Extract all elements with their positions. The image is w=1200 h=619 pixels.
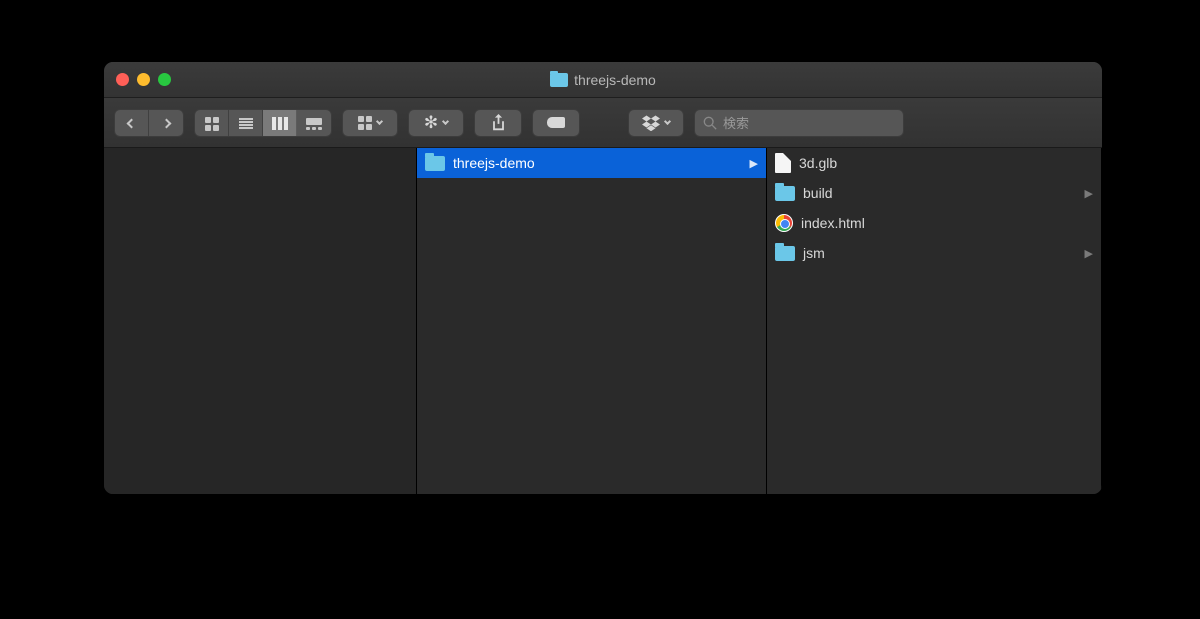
grid-icon <box>358 116 372 130</box>
forward-button[interactable] <box>149 110 183 137</box>
toolbar: ✻ 検索 <box>104 98 1102 148</box>
column-browser: threejs-demo ▶ 3d.glb build ▶ index.html… <box>104 148 1102 494</box>
search-placeholder: 検索 <box>723 113 749 132</box>
zoom-window-button[interactable] <box>158 73 171 86</box>
list-view-button[interactable] <box>229 110 263 137</box>
share-button[interactable] <box>474 109 522 137</box>
action-menu-button[interactable]: ✻ <box>408 109 464 137</box>
item-name: threejs-demo <box>453 155 535 171</box>
tags-button[interactable] <box>532 109 580 137</box>
gallery-view-button[interactable] <box>297 110 331 137</box>
search-icon <box>703 116 717 130</box>
item-name: 3d.glb <box>799 155 837 171</box>
window-title: threejs-demo <box>550 72 656 88</box>
nav-group <box>114 109 184 137</box>
group-by-button[interactable] <box>342 109 398 137</box>
list-item[interactable]: jsm ▶ <box>767 238 1101 268</box>
minimize-window-button[interactable] <box>137 73 150 86</box>
column-2[interactable]: threejs-demo ▶ <box>417 148 767 494</box>
traffic-lights <box>116 73 171 86</box>
item-name: jsm <box>803 245 825 261</box>
tag-icon <box>547 117 565 128</box>
list-item[interactable]: build ▶ <box>767 178 1101 208</box>
column-1[interactable] <box>104 148 417 494</box>
search-input[interactable]: 検索 <box>694 109 904 137</box>
list-item[interactable]: threejs-demo ▶ <box>417 148 766 178</box>
column-view-button[interactable] <box>263 110 297 137</box>
chrome-icon <box>775 214 793 232</box>
folder-icon <box>775 186 795 201</box>
list-icon <box>239 118 253 130</box>
chevron-down-icon <box>442 117 449 124</box>
window-title-text: threejs-demo <box>574 72 656 88</box>
icon-view-button[interactable] <box>195 110 229 137</box>
file-icon <box>775 153 791 173</box>
titlebar: threejs-demo <box>104 62 1102 98</box>
chevron-down-icon <box>376 117 383 124</box>
item-name: build <box>803 185 833 201</box>
grid-icon <box>205 117 219 131</box>
dropbox-icon <box>642 115 660 131</box>
close-window-button[interactable] <box>116 73 129 86</box>
view-group <box>194 109 332 137</box>
chevron-right-icon: ▶ <box>1085 187 1093 200</box>
chevron-right-icon: ▶ <box>1085 247 1093 260</box>
gear-icon: ✻ <box>424 114 438 131</box>
columns-icon <box>272 117 288 130</box>
list-item[interactable]: index.html <box>767 208 1101 238</box>
back-button[interactable] <box>115 110 149 137</box>
share-icon <box>491 114 506 132</box>
dropbox-button[interactable] <box>628 109 684 137</box>
chevron-right-icon: ▶ <box>750 157 758 170</box>
list-item[interactable]: 3d.glb <box>767 148 1101 178</box>
finder-window: threejs-demo ✻ <box>104 62 1102 494</box>
column-3[interactable]: 3d.glb build ▶ index.html jsm ▶ <box>767 148 1102 494</box>
folder-icon <box>425 156 445 171</box>
folder-icon <box>775 246 795 261</box>
gallery-icon <box>306 118 322 130</box>
folder-icon <box>550 73 568 87</box>
item-name: index.html <box>801 215 865 231</box>
chevron-down-icon <box>664 117 671 124</box>
